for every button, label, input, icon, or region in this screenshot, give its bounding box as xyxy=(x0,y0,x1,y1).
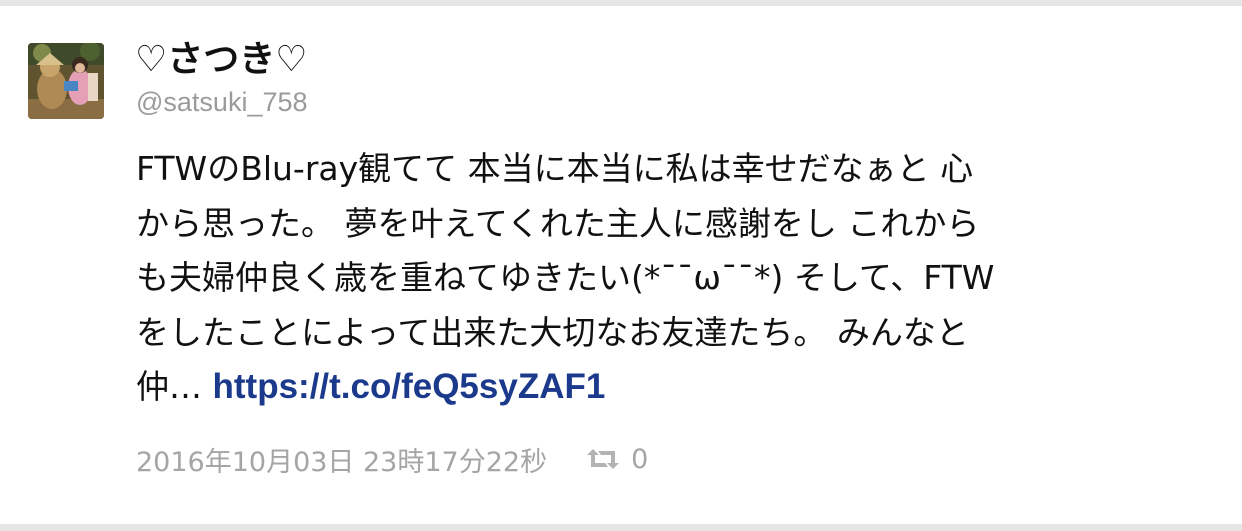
retweet-button[interactable]: 0 xyxy=(583,444,648,475)
top-divider xyxy=(0,0,1242,6)
retweet-count: 0 xyxy=(631,443,649,475)
tweet-text-last-line: 仲… https://t.co/feQ5syZAF1 xyxy=(136,360,1221,415)
tweet-timestamp[interactable]: 2016年10月03日 23時17分22秒 xyxy=(136,440,547,479)
display-name[interactable]: ♡さつき♡ xyxy=(135,36,308,84)
tweet-link[interactable]: https://t.co/feQ5syZAF1 xyxy=(213,367,606,406)
tweet-text-line: をしたことによって出来た大切なお友達たち。 みんなと xyxy=(136,312,969,352)
bottom-divider xyxy=(0,524,1242,531)
tweet-text-line: FTWのBlu-ray観てて 本当に本当に私は幸せだなぁと 心 xyxy=(136,149,974,188)
avatar-photo-icon xyxy=(28,43,104,119)
retweet-icon xyxy=(587,449,620,469)
tweet-meta: 2016年10月03日 23時17分22秒 0 xyxy=(136,438,648,480)
avatar[interactable] xyxy=(28,43,104,119)
tweet-text-line: も夫婦仲良く歳を重ねてゆきたい(*¯¯ω¯¯*) そして、FTW xyxy=(136,258,995,297)
tweet-text: FTWのBlu-ray観てて 本当に本当に私は幸せだなぁと 心 から思った。 夢… xyxy=(136,142,1221,415)
tweet-text-line: から思った。 夢を叶えてくれた主人に感謝をし これから xyxy=(136,203,980,243)
user-handle[interactable]: @satsuki_758 xyxy=(136,84,308,120)
tweet-text-truncated: 仲… xyxy=(136,367,213,406)
